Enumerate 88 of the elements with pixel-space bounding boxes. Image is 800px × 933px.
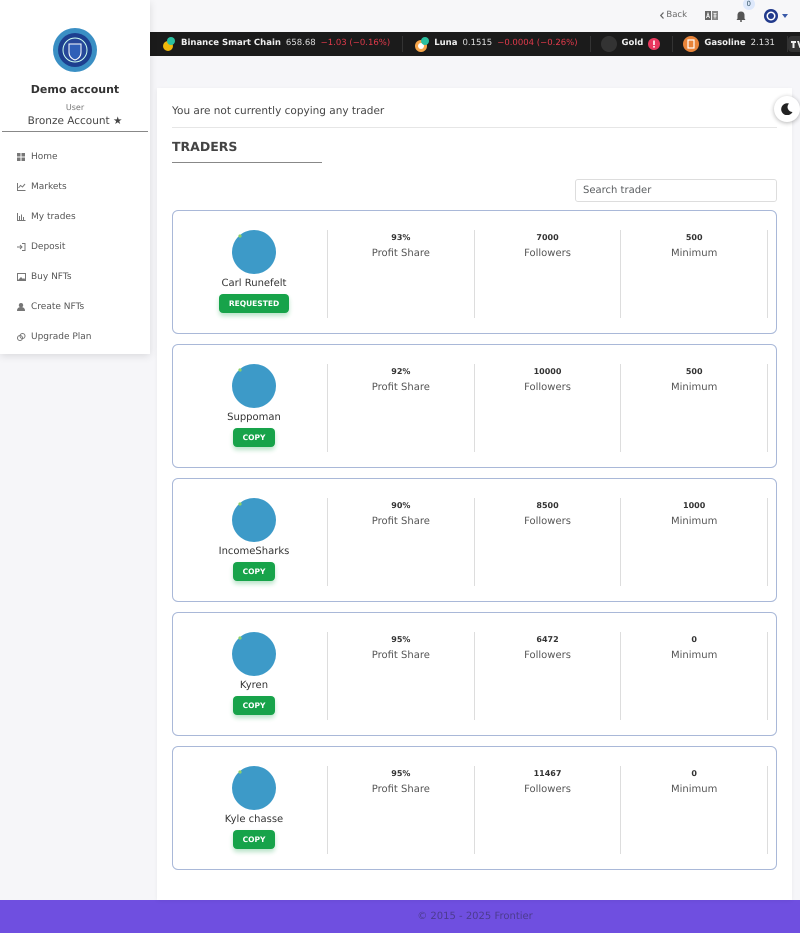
stat-value: 0 <box>690 768 698 780</box>
stat-value: 500 <box>684 232 704 244</box>
avatar <box>232 498 276 542</box>
moon-icon <box>781 102 793 114</box>
stat-label: Profit Share <box>370 783 431 797</box>
ticker-price: 658.68 <box>286 37 316 50</box>
trader-name: Carl Runefelt <box>222 277 286 291</box>
stat-value: 7000 <box>535 232 560 244</box>
ticker-change: −0.0004 (−0.26%) <box>497 37 578 50</box>
stat-value: 8500 <box>535 500 560 512</box>
stat-label: Profit Share <box>370 247 431 261</box>
ticker-name[interactable]: Luna <box>434 37 458 50</box>
trader-name: Kyle chasse <box>224 813 284 827</box>
sidebar-item[interactable]: Home <box>0 142 150 172</box>
stat-value: 0 <box>690 634 698 646</box>
stat-value: 10000 <box>532 366 562 378</box>
avatar <box>232 230 276 274</box>
ticker-item[interactable]: Binance Smart Chain 658.68 −1.03 (−0.16%) <box>150 36 404 52</box>
stat-value: 500 <box>684 366 704 378</box>
trader-name: IncomeSharks <box>218 545 290 559</box>
stat-value: 92% <box>390 366 412 378</box>
stat-label: Followers <box>523 649 572 663</box>
stat-label: Minimum <box>670 247 718 261</box>
coin-icon <box>160 36 176 52</box>
stat-label: Profit Share <box>370 381 431 395</box>
avatar <box>232 632 276 676</box>
ticker-item[interactable]: Gold <box>590 36 674 52</box>
ticker-name[interactable]: Gold <box>622 37 644 50</box>
status-message: You are not currently copying any trader <box>172 102 777 128</box>
stat-label: Profit Share <box>370 515 431 529</box>
stat-label: Minimum <box>670 783 718 797</box>
ticker-price: 0.1515 <box>462 37 492 50</box>
stat-value: 6472 <box>535 634 560 646</box>
theme-toggle-button[interactable] <box>774 96 800 122</box>
trader-name: Suppoman <box>227 411 281 425</box>
stat-value: 90% <box>390 500 412 512</box>
ticker-price: 2.131 <box>750 37 775 50</box>
stat-label: Followers <box>523 381 572 395</box>
caret-icon[interactable] <box>782 14 788 18</box>
stat-label: Minimum <box>670 515 718 529</box>
stat-value: 93% <box>390 232 412 244</box>
person-icon <box>17 303 26 312</box>
account-plan: Bronze Account ★ <box>26 114 124 128</box>
stat-value: 95% <box>390 768 412 780</box>
stat-value: 95% <box>390 634 412 646</box>
coin-icon <box>413 36 430 52</box>
ticker-name[interactable]: Gasoline <box>704 37 746 50</box>
search-field[interactable]: Search trader <box>575 179 777 202</box>
account-role: User <box>64 102 86 114</box>
ticker-change: −1.03 (−0.16%) <box>320 37 390 50</box>
ticker-item[interactable]: Gasoline 2.131 <box>673 36 788 52</box>
sidebar-item[interactable]: My trades <box>0 202 150 232</box>
logo <box>53 28 97 72</box>
avatar-icon[interactable] <box>764 8 778 23</box>
ticker-name[interactable]: Binance Smart Chain <box>181 37 281 50</box>
trader-name: Kyren <box>240 679 268 693</box>
stat-label: Profit Share <box>370 649 431 663</box>
chevron-left-icon <box>660 12 664 20</box>
sign-in-icon <box>17 243 26 252</box>
sidebar-item[interactable]: Deposit <box>0 232 150 262</box>
translate-icon[interactable] <box>705 11 718 20</box>
coins-icon <box>17 333 26 342</box>
section-title: TRADERS <box>172 128 322 163</box>
footer-text: © 2015 - 2025 Frontier <box>0 900 800 933</box>
avatar <box>232 766 276 810</box>
stat-label: Minimum <box>670 649 718 663</box>
bar-chart-icon <box>17 213 26 222</box>
line-chart-icon <box>17 183 26 192</box>
ticker-item[interactable]: Luna 0.1515 −0.0004 (−0.26%) <box>403 36 591 52</box>
account-name: Demo account <box>30 82 120 98</box>
back-link[interactable]: Back <box>660 9 687 22</box>
stat-label: Followers <box>523 515 572 529</box>
image-icon <box>17 273 26 282</box>
grid-icon <box>17 153 26 162</box>
fuel-icon <box>683 36 700 52</box>
chart-logo-icon <box>788 36 800 52</box>
sidebar-item[interactable]: Markets <box>0 172 150 202</box>
stat-value: 1000 <box>682 500 706 512</box>
stat-label: Followers <box>523 247 572 261</box>
blank-icon <box>600 36 617 52</box>
stat-value: 11467 <box>532 768 562 780</box>
sidebar-item[interactable]: Create NFTs <box>0 292 150 322</box>
sidebar-item[interactable]: Upgrade Plan <box>0 322 150 352</box>
stat-label: Followers <box>523 783 572 797</box>
notification-bell-icon[interactable] <box>736 10 746 22</box>
avatar <box>232 364 276 408</box>
sidebar-item[interactable]: Buy NFTs <box>0 262 150 292</box>
stat-label: Minimum <box>670 381 718 395</box>
